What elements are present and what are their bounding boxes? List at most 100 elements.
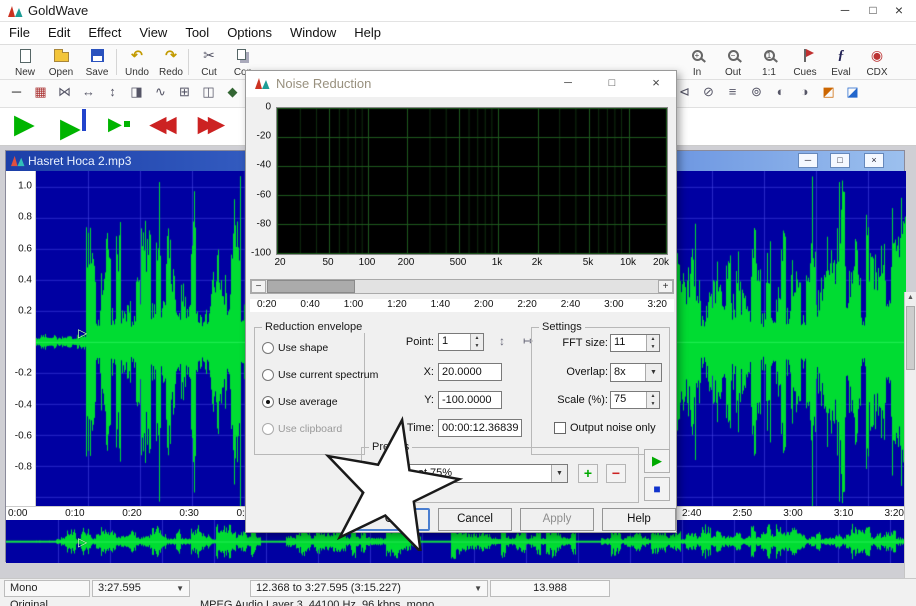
dialog-title-bar[interactable]: Noise Reduction ─ □ × [246,71,676,97]
output-noise-only-checkbox[interactable] [554,422,566,434]
play-selection-icon[interactable]: ▶ [60,109,86,144]
dialog-close-icon[interactable]: × [642,73,670,94]
dialog-maximize-icon[interactable]: □ [598,73,626,94]
spectrum-plot[interactable] [276,107,668,255]
menu-item[interactable]: Help [345,22,390,44]
zoom-1-1-button[interactable]: 1 1:1 [752,47,786,78]
matrix-icon[interactable]: ▦ [32,84,49,100]
vertical-scrollbar[interactable]: ▲ ▼ [904,292,916,606]
eval-button[interactable]: ƒ Eval [824,47,858,78]
play-loop-icon[interactable]: ▶ [108,114,130,135]
dropdown-arrow-icon[interactable]: ▼ [645,364,661,381]
scroll-up-icon[interactable]: ▲ [905,294,916,301]
new-button[interactable]: New [8,47,42,78]
pitch-icon[interactable]: ◆ [224,84,241,100]
offset-icon[interactable]: ≡ [724,84,741,100]
cut-button[interactable]: ✂ Cut [192,47,226,78]
minimize-icon[interactable]: ─ [832,0,858,21]
doc-maximize-icon[interactable]: □ [830,153,850,168]
spectrum-scrollbar[interactable]: − + [250,279,674,294]
cancel-button[interactable]: Cancel [438,508,512,531]
preset-dropdown[interactable]: Average at 75% ▼ [370,464,568,483]
radio-use-average[interactable]: Use average [262,396,338,408]
radio-selected-icon[interactable] [262,396,274,408]
maximize-icon[interactable]: □ [860,0,886,21]
playback-rate-icon[interactable]: ⊲ [676,84,693,100]
point-spinner[interactable]: 1 ▲▼ [438,333,484,351]
help-button[interactable]: Help [602,508,676,531]
scrollbar-thumb[interactable] [906,306,915,370]
menu-item[interactable]: Edit [39,22,79,44]
cues-button[interactable]: Cues [788,47,822,78]
scrollbar-thumb[interactable] [267,280,355,293]
radio-icon[interactable] [262,342,274,354]
quality-status[interactable]: Original [10,598,48,606]
fade-icon[interactable]: ◨ [128,84,145,100]
dropdown-arrow-icon[interactable]: ▼ [176,581,184,596]
reverse-icon[interactable]: ⊘ [700,84,717,100]
dropdown-arrow-icon[interactable]: ▼ [551,465,567,482]
spin-up-icon[interactable]: ▲ [471,334,483,342]
filter-low-icon[interactable]: ◐ [772,84,789,100]
fast-forward-icon[interactable]: ▶▶ [198,112,224,137]
spin-up-icon[interactable]: ▲ [647,335,659,343]
play-all-icon[interactable]: ▶ [14,109,35,140]
spin-down-icon[interactable]: ▼ [647,343,659,351]
redo-button[interactable]: ↷ Redo [154,47,188,78]
overview-marker-icon[interactable]: ▷ [78,535,87,549]
ok-button[interactable]: OK [356,508,430,531]
cdx-button[interactable]: ◉ CDX [860,47,894,78]
length-status[interactable]: 3:27.595▼ [92,580,190,597]
spin-up-icon[interactable]: ▲ [647,392,659,400]
undo-button[interactable]: ↶ Undo [120,47,154,78]
zoom-out-button[interactable]: − Out [716,47,750,78]
volume-shape-icon[interactable]: ↕ [104,84,121,100]
y-field[interactable] [438,391,502,409]
doc-close-icon[interactable]: × [864,153,884,168]
crossfade-icon[interactable]: ⋈ [56,84,73,100]
radio-use-current-spectrum[interactable]: Use current spectrum [262,369,378,381]
open-button[interactable]: Open [44,47,78,78]
scale-spinner[interactable]: 75 ▲▼ [610,391,660,409]
channel-mixer-icon[interactable]: ◫ [200,84,217,100]
stretch-icon[interactable]: ↔ [80,84,97,100]
menu-item[interactable]: Window [281,22,345,44]
noise-gate-icon[interactable]: ◩ [820,84,837,100]
fft-size-spinner[interactable]: 11 ▲▼ [610,334,660,352]
wave-effect-icon[interactable]: ∿ [152,84,169,100]
overlap-dropdown[interactable]: 8x ▼ [610,363,662,382]
time-field[interactable] [438,419,522,437]
x-field[interactable] [438,363,502,381]
flatten-icon[interactable]: ─ [8,84,25,100]
menu-item[interactable]: Effect [79,22,130,44]
insert-silence-icon[interactable]: ⊞ [176,84,193,100]
radio-use-shape[interactable]: Use shape [262,342,328,354]
menu-item[interactable]: Options [218,22,281,44]
filter-high-icon[interactable]: ◑ [796,84,813,100]
radio-icon[interactable] [262,369,274,381]
preview-play-button[interactable]: ▶ [644,449,670,473]
doppler-icon[interactable]: ⊚ [748,84,765,100]
selection-status[interactable]: 12.368 to 3:27.595 (3:15.227)▼ [250,580,488,597]
playback-marker-icon[interactable]: ▷ [78,326,87,340]
menu-item[interactable]: File [0,22,39,44]
menu-item[interactable]: View [130,22,176,44]
zoom-in-button[interactable]: + In [680,47,714,78]
menu-item[interactable]: Tool [176,22,218,44]
close-icon[interactable]: × [886,0,912,21]
rewind-icon[interactable]: ◀◀ [150,112,176,137]
spin-down-icon[interactable]: ▼ [647,400,659,408]
preview-stop-button[interactable]: ■ [644,477,670,501]
save-button[interactable]: Save [80,47,114,78]
preset-delete-icon[interactable]: − [606,464,626,483]
point-move-icon[interactable]: ↕ [492,333,512,352]
doc-minimize-icon[interactable]: ─ [798,153,818,168]
scroll-minus-icon[interactable]: − [251,280,266,293]
spectrum-filter-icon[interactable]: ◪ [844,84,861,100]
dialog-minimize-icon[interactable]: ─ [554,73,582,94]
dropdown-arrow-icon[interactable]: ▼ [474,581,482,596]
amplitude-label: 0.6 [18,244,32,255]
preset-add-icon[interactable]: + [578,464,598,483]
spin-down-icon[interactable]: ▼ [471,342,483,350]
scroll-plus-icon[interactable]: + [658,280,673,293]
